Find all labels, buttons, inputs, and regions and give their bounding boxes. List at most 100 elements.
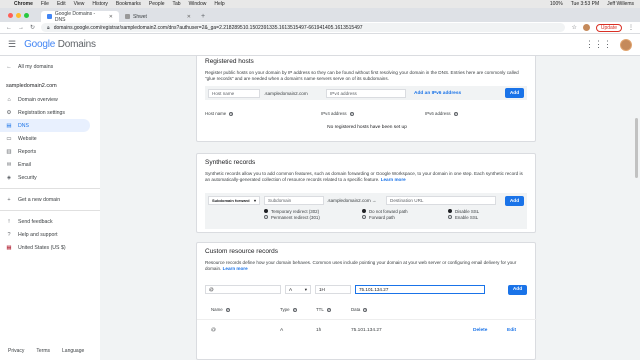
add-synthetic-button[interactable]: Add [505,196,524,206]
menu-view[interactable]: View [74,1,85,7]
profile-avatar-small[interactable] [582,24,590,31]
sidebar-item-label: Email [18,161,31,168]
get-new-domain-link[interactable]: + Get a new domain [0,193,100,206]
subdomain-input[interactable]: Subdomain [264,196,324,205]
menu-tab[interactable]: Tab [173,1,181,7]
menu-bookmarks[interactable]: Bookmarks [116,1,141,7]
radio-forward-path[interactable]: Forward path [362,214,438,220]
ttl-input[interactable]: 1H [315,285,351,294]
add-ipv6-link[interactable]: Add an IPv6 address [414,91,484,96]
synthetic-learn-more-link[interactable]: Learn more [381,177,406,182]
col-data: Data? [351,307,368,312]
new-tab-icon[interactable]: + [201,13,205,20]
menu-people[interactable]: People [149,1,165,7]
menu-edit[interactable]: Edit [57,1,66,7]
help-icon[interactable]: ? [349,112,354,116]
custom-learn-more-link[interactable]: Learn more [223,266,248,271]
account-avatar[interactable] [620,38,632,51]
sidebar-item-email[interactable]: ✉ Email [0,158,100,171]
col-name: Name? [211,307,230,312]
google-domains-logo[interactable]: Google Domains [24,39,96,50]
menu-icon[interactable]: ☰ [8,39,16,50]
help-icon[interactable]: ? [326,308,331,312]
radio-enable-ssl[interactable]: Enable SSL [448,214,479,220]
language-link[interactable]: Language [62,348,84,354]
sidebar-item-security[interactable]: ◈ Security [0,171,100,184]
add-host-button[interactable]: Add [505,88,524,98]
delete-record-button[interactable]: Delete [473,328,487,333]
close-tab-icon[interactable]: ✕ [109,14,113,20]
sidebar-item-registration[interactable]: ⚙ Registration settings [0,106,100,119]
dns-icon: ▤ [6,122,12,129]
forward-icon[interactable]: → [18,25,24,31]
ipv4-address-input[interactable]: IPv4 address [326,88,406,98]
menu-help[interactable]: Help [214,1,224,7]
synthetic-options: Temporary redirect (302) Permanent redir… [264,208,496,220]
radio-label: Disable SSL [455,208,480,214]
sidebar-item-website[interactable]: ▭ Website [0,132,100,145]
synthetic-type-col: Subdomain forward ▾ [208,196,260,205]
user-name[interactable]: Jeff Willems [607,1,634,7]
help-icon[interactable]: ? [363,308,368,312]
radio-label: Do not forward path [369,208,408,214]
apps-grid-icon[interactable]: ⋮⋮⋮ [585,39,612,50]
zoom-window-icon[interactable] [24,12,29,18]
no-hosts-message: No registered hosts have been set up [327,125,407,130]
close-tab-icon[interactable]: ✕ [187,14,191,20]
edit-record-button[interactable]: Edit [507,328,516,333]
ssl-options: Disable SSL Enable SSL [448,208,479,220]
registered-hosts-desc: Register public hosts on your domain by … [205,70,519,81]
sidebar-item-label: Domain overview [18,96,58,103]
more-vert-icon[interactable]: ⋮ [628,24,634,31]
col-label: IPv6 address [425,111,451,116]
row-name: @ [211,328,216,333]
add-record-button[interactable]: Add [508,284,527,295]
radio-dot [362,215,366,219]
send-feedback-link[interactable]: ! Send feedback [0,215,100,228]
record-type-select[interactable]: A ▾ [285,285,311,294]
country-selector[interactable]: ▦ United States (US $) [0,241,100,254]
get-new-domain-label: Get a new domain [18,196,61,203]
ip-address-input[interactable]: 75.101.134.27 [355,285,485,294]
app-menu[interactable]: Chrome [14,1,33,7]
sidebar: ← All my domains sampledomain2.com ⌂ Dom… [0,56,100,360]
radio-permanent-redirect[interactable]: Permanent redirect (301) [264,214,352,220]
gear-icon: ⚙ [6,109,12,116]
sidebar-item-overview[interactable]: ⌂ Domain overview [0,93,100,106]
menu-file[interactable]: File [41,1,49,7]
tab-google-domains[interactable]: Google Domains - DNS ✕ [41,11,119,23]
star-icon[interactable]: ☆ [571,24,576,31]
host-name-input[interactable]: Host name [208,88,260,98]
synthetic-records-desc: Synthetic records allow you to add commo… [197,171,535,183]
col-label: Name [211,307,223,312]
privacy-link[interactable]: Privacy [8,348,24,354]
help-icon[interactable]: ? [292,308,297,312]
scrollbar[interactable] [635,118,638,178]
help-link[interactable]: ? Help and support [0,228,100,241]
synthetic-type-select[interactable]: Subdomain forward ▾ [208,196,260,205]
destination-url-input[interactable]: Destination URL [386,196,496,205]
help-icon[interactable]: ? [453,112,458,116]
help-icon[interactable]: ? [225,308,230,312]
minimize-window-icon[interactable] [16,12,21,18]
sidebar-item-reports[interactable]: ▥ Reports [0,145,100,158]
menu-window[interactable]: Window [189,1,207,7]
help-icon[interactable]: ? [229,112,234,116]
back-icon[interactable]: ← [6,25,12,31]
update-button[interactable]: Update [595,23,622,32]
col-label: Host name [205,111,227,116]
address-bar[interactable]: 🔒︎ domains.google.com/registrar/sampledo… [41,23,566,32]
all-domains-link[interactable]: ← All my domains [0,60,100,73]
sidebar-item-dns[interactable]: ▤ DNS [0,119,90,132]
radio-dot [264,215,268,219]
synthetic-records-form: Subdomain forward ▾ Subdomain .sampledom… [205,193,527,229]
tab-shwet[interactable]: Shwet ✕ [119,11,197,22]
menu-history[interactable]: History [92,1,108,7]
terms-link[interactable]: Terms [36,348,50,354]
reload-icon[interactable]: ↻ [30,24,35,31]
close-window-icon[interactable] [8,12,13,18]
dns-main: Registered hosts Register public hosts o… [100,56,640,360]
footer-links: Privacy Terms Language [8,348,84,354]
col-type: Type? [280,307,297,312]
record-name-input[interactable]: @ [205,285,281,294]
